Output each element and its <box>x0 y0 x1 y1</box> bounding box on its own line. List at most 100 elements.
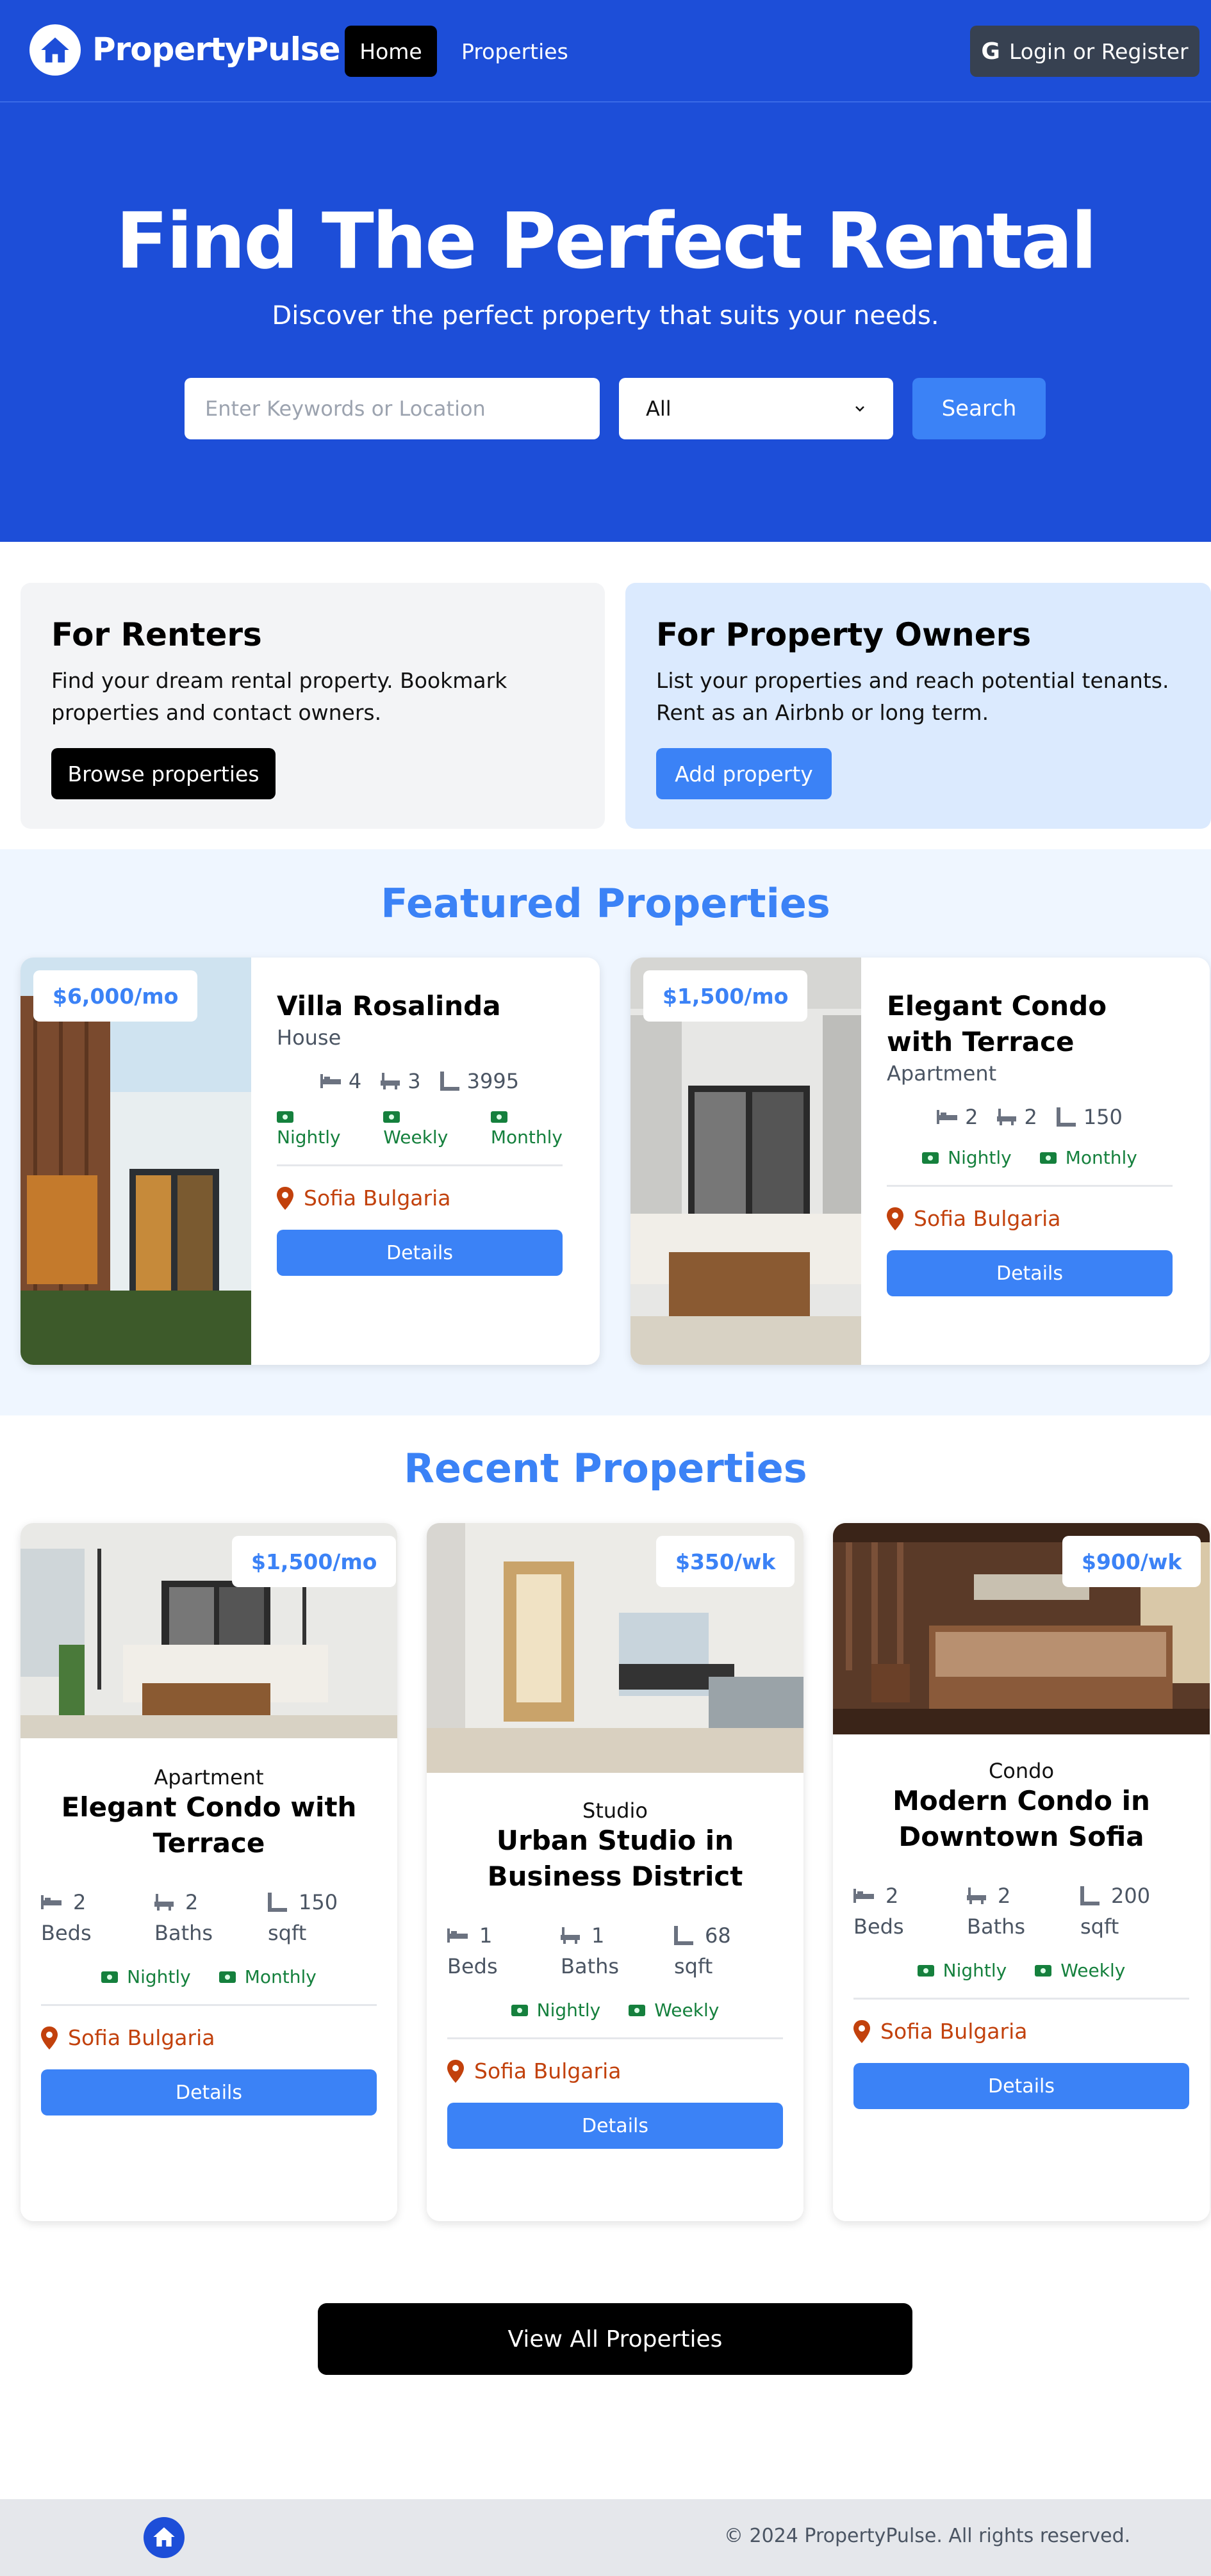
sqft-stat: 150 <box>1056 1105 1123 1129</box>
bed-icon <box>41 1895 62 1909</box>
hero-title: Find The Perfect Rental <box>115 197 1098 286</box>
card-divider <box>41 2004 377 2006</box>
renters-info-box: For Renters Find your dream rental prope… <box>21 583 605 829</box>
property-name: Elegant Condo with Terrace <box>887 990 1107 1057</box>
beds-stat: 2 Beds <box>853 1884 904 1939</box>
details-button[interactable]: Details <box>41 2069 377 2115</box>
cash-icon <box>629 2004 646 2016</box>
sqft-stat: 68 sqft <box>674 1923 731 1978</box>
search-button[interactable]: Search <box>912 378 1046 439</box>
cash-icon <box>917 1964 934 1977</box>
property-location: Sofia Bulgaria <box>853 2019 1189 2044</box>
rate-types: Nightly Weekly <box>853 1960 1189 1981</box>
rate-nightly: Nightly <box>511 2000 600 2021</box>
bed-icon <box>937 1110 958 1124</box>
property-stats: 1 Beds 1 Baths 68 sqft <box>447 1920 783 1982</box>
property-location: Sofia Bulgaria <box>887 1206 1173 1231</box>
featured-card[interactable]: $1,500/mo Elegant Condo with Terrace Apa… <box>630 958 1210 1365</box>
login-register-button[interactable]: G Login or Register <box>970 26 1199 77</box>
property-stats: 2 2 150 <box>887 1105 1173 1129</box>
property-location: Sofia Bulgaria <box>277 1186 563 1211</box>
baths-stat: 2 Baths <box>154 1890 213 1945</box>
cash-icon <box>490 1111 507 1123</box>
recent-card-body: Studio Urban Studio in Business District… <box>447 1797 783 2149</box>
add-property-button[interactable]: Add property <box>656 748 832 799</box>
details-button[interactable]: Details <box>277 1230 563 1276</box>
google-icon: G <box>981 38 1000 65</box>
featured-section: Featured Properties $6,000/mo Villa Rosa… <box>0 849 1211 1415</box>
card-divider <box>277 1164 563 1166</box>
login-label: Login or Register <box>1009 38 1189 64</box>
rate-weekly: Weekly <box>629 2000 719 2021</box>
price-tag: $6,000/mo <box>33 970 198 1022</box>
rate-weekly: Weekly <box>383 1111 448 1148</box>
price-tag: $900/wk <box>1062 1536 1201 1587</box>
baths-stat: 1 Baths <box>561 1923 620 1978</box>
ruler-icon <box>440 1072 459 1091</box>
details-button[interactable]: Details <box>853 2063 1189 2109</box>
map-pin-icon <box>887 1207 903 1230</box>
top-navbar: PropertyPulse Home Properties G Login or… <box>0 0 1211 102</box>
property-name: Elegant Condo with Terrace <box>61 1791 357 1859</box>
view-all-properties-button[interactable]: View All Properties <box>318 2303 912 2375</box>
featured-card-body: Elegant Condo with Terrace Apartment 2 2… <box>887 988 1173 1296</box>
details-button[interactable]: Details <box>447 2103 783 2149</box>
brand-name[interactable]: PropertyPulse <box>92 31 341 68</box>
cash-icon <box>1035 1964 1052 1977</box>
property-location: Sofia Bulgaria <box>447 2058 783 2083</box>
recent-card[interactable]: $900/wk Condo Modern Condo in Downtown S… <box>833 1523 1210 2221</box>
bath-icon <box>967 1887 986 1904</box>
footer: © 2024 PropertyPulse. All rights reserve… <box>0 2499 1211 2576</box>
footer-logo-house-icon <box>144 2517 185 2558</box>
property-name: Villa Rosalinda <box>277 990 501 1022</box>
property-type-select[interactable]: All <box>619 378 893 439</box>
logo-house-icon[interactable] <box>29 24 81 76</box>
renters-text: Find your dream rental property. Bookmar… <box>51 668 507 725</box>
details-button[interactable]: Details <box>887 1250 1173 1296</box>
beds-stat: 2 <box>937 1105 978 1129</box>
property-stats: 2 Beds 2 Baths 150 sqft <box>41 1887 377 1948</box>
sqft-stat: 150 sqft <box>268 1890 338 1945</box>
recent-card[interactable]: $1,500/mo Apartment Elegant Condo with T… <box>21 1523 397 2221</box>
property-type: Studio <box>582 1798 648 1823</box>
hero-section: Find The Perfect Rental Discover the per… <box>0 102 1211 542</box>
ruler-icon <box>674 1926 693 1945</box>
property-type: Condo <box>988 1759 1055 1783</box>
property-name: Urban Studio in Business District <box>487 1825 743 1892</box>
rate-types: Nightly Monthly <box>887 1147 1173 1168</box>
cash-icon <box>511 2004 528 2016</box>
nav-properties-link[interactable]: Properties <box>449 26 581 77</box>
rate-types: Nightly Weekly Monthly <box>277 1111 563 1148</box>
property-stats: 2 Beds 2 Baths 200 sqft <box>853 1880 1189 1942</box>
bath-icon <box>381 1073 400 1089</box>
beds-stat: 1 Beds <box>447 1923 498 1978</box>
ruler-icon <box>268 1893 287 1912</box>
browse-properties-button[interactable]: Browse properties <box>51 748 276 799</box>
map-pin-icon <box>447 2059 464 2083</box>
sqft-stat: 200 sqft <box>1080 1884 1151 1939</box>
bed-icon <box>853 1889 874 1903</box>
baths-stat: 2 Baths <box>967 1884 1026 1939</box>
featured-card-body: Villa Rosalinda House 4 3 3995 Nightly W <box>277 988 563 1276</box>
price-tag: $1,500/mo <box>643 970 808 1022</box>
bed-icon <box>447 1928 468 1943</box>
property-type: Apartment <box>887 1061 997 1086</box>
chevron-down-icon <box>855 406 864 412</box>
card-divider <box>887 1185 1173 1187</box>
renters-title: For Renters <box>51 616 262 653</box>
featured-title: Featured Properties <box>381 880 830 927</box>
card-divider <box>447 2037 783 2039</box>
ruler-icon <box>1080 1886 1100 1905</box>
owners-title: For Property Owners <box>656 616 1032 653</box>
beds-stat: 4 <box>320 1069 361 1093</box>
bed-icon <box>320 1074 341 1088</box>
search-location-input[interactable]: Enter Keywords or Location <box>185 378 600 439</box>
rate-nightly: Nightly <box>101 1966 191 1987</box>
cash-icon <box>922 1152 939 1164</box>
recent-card[interactable]: $350/wk Studio Urban Studio in Business … <box>427 1523 803 2221</box>
beds-stat: 2 Beds <box>41 1890 92 1945</box>
nav-home-link[interactable]: Home <box>345 26 437 77</box>
recent-card-body: Apartment Elegant Condo with Terrace 2 B… <box>41 1764 377 2115</box>
featured-card[interactable]: $6,000/mo Villa Rosalinda House 4 3 3995 <box>21 958 600 1365</box>
baths-stat: 3 <box>381 1069 421 1093</box>
